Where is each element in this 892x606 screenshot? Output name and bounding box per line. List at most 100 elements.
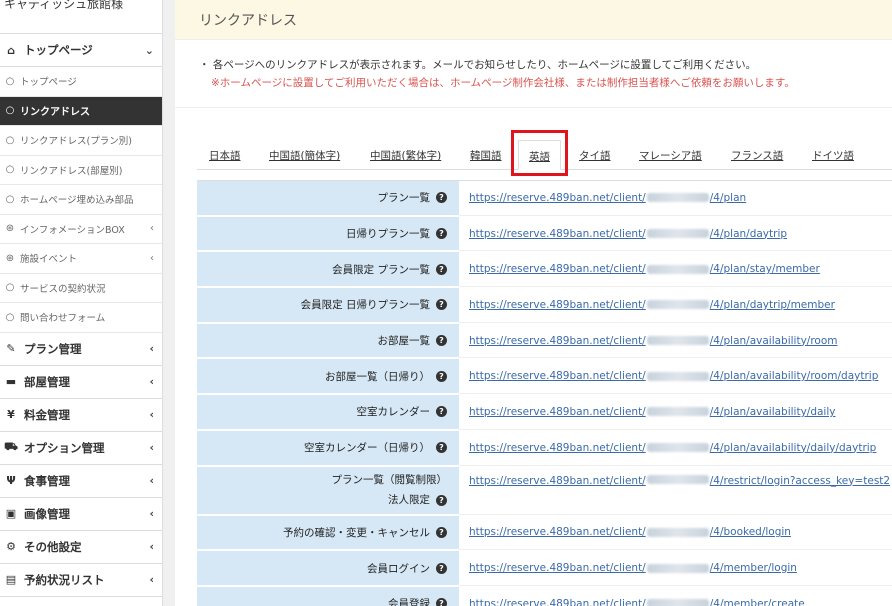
table-row: 会員限定 日帰りプラン一覧? https://reserve.489ban.net…: [197, 288, 892, 324]
link-url[interactable]: https://reserve.489ban.net/client/ /4/pla…: [459, 288, 892, 323]
link-url[interactable]: https://reserve.489ban.net/client/ /4/pla…: [459, 217, 892, 252]
sidebar-section[interactable]: ✎ プラン管理 ‹: [0, 333, 162, 366]
help-icon[interactable]: ?: [436, 370, 447, 382]
sidebar-section-label: 食事管理: [24, 473, 70, 488]
row-label: 会員登録?: [197, 586, 459, 606]
link-url[interactable]: https://reserve.489ban.net/client/ /4/pla…: [459, 395, 892, 430]
sidebar-subitem[interactable]: ○ ホームページ埋め込み部品: [0, 185, 162, 215]
link-url[interactable]: https://reserve.489ban.net/client/ /4/pla…: [459, 431, 892, 466]
circle-icon: ○: [5, 311, 15, 323]
sidebar-section[interactable]: ▣ 画像管理 ‹: [0, 498, 162, 531]
help-icon[interactable]: ?: [436, 598, 447, 606]
table-row: 会員登録? https://reserve.489ban.net/client/ /…: [197, 586, 892, 606]
sidebar-subitem-label: サービスの契約状況: [20, 283, 106, 295]
sidebar-section[interactable]: ⚙ その他設定 ‹: [0, 531, 162, 564]
redacted-client-id: [646, 229, 709, 239]
url-prefix: https://reserve.489ban.net/client/: [469, 597, 646, 606]
sidebar-section[interactable]: ▤ 予約状況リスト ‹: [0, 564, 162, 597]
url-suffix: /4/plan/stay/member: [709, 263, 820, 276]
chevron-left-icon: ‹: [149, 540, 154, 553]
link-url[interactable]: https://reserve.489ban.net/client/ /4/boo…: [459, 516, 892, 551]
sidebar-section[interactable]: Ψ 食事管理 ‹: [0, 465, 162, 498]
sidebar: キャディッシュ旅館様 ⌂ トップページ ⌄ ○ トップページ ○ リンクアドレス ○ リン…: [0, 0, 163, 606]
url-prefix: https://reserve.489ban.net/client/: [469, 562, 646, 575]
redacted-client-id: [646, 407, 709, 417]
tab-1[interactable]: 中国語(簡体字): [269, 148, 340, 163]
chevron-left-icon: ‹: [149, 441, 154, 454]
link-url[interactable]: https://reserve.489ban.net/client/ /4/mem…: [459, 551, 892, 586]
url-prefix: https://reserve.489ban.net/client/: [469, 334, 646, 347]
tab-3[interactable]: 韓国語: [470, 148, 502, 163]
url-suffix: /4/restrict/login?access_key=test2: [709, 474, 891, 487]
link-url[interactable]: https://reserve.489ban.net/client/ /4/pla…: [459, 252, 892, 288]
help-icon[interactable]: ?: [436, 228, 447, 240]
sidebar-section[interactable]: ¥ 料金管理 ‹: [0, 399, 162, 432]
highlight-box: [511, 130, 568, 176]
sidebar-section[interactable]: ⛟ オプション管理 ‹: [0, 432, 162, 465]
chevron-left-icon: ‹: [149, 507, 154, 520]
help-icon[interactable]: ?: [436, 335, 447, 347]
edit-icon: ✎: [6, 342, 16, 355]
redacted-client-id: [646, 443, 709, 453]
sidebar-subitem[interactable]: ○ リンクアドレス(プラン別): [0, 126, 162, 156]
link-url[interactable]: https://reserve.489ban.net/client/ /4/pla…: [459, 359, 892, 395]
url-prefix: https://reserve.489ban.net/client/: [469, 263, 646, 276]
row-label-text: 日帰りプラン一覧: [346, 228, 430, 241]
sidebar-subitem[interactable]: ○ サービスの契約状況: [0, 274, 162, 303]
tab-8[interactable]: ドイツ語: [812, 148, 854, 163]
tab-7[interactable]: フランス語: [731, 148, 783, 163]
url-prefix: https://reserve.489ban.net/client/: [469, 405, 646, 418]
link-url[interactable]: https://reserve.489ban.net/client/ /4/res…: [459, 467, 892, 515]
sidebar-item-top[interactable]: ⌂ トップページ ⌄: [0, 34, 162, 67]
sidebar-section[interactable]: ▥レポート‹: [0, 597, 162, 606]
url-suffix: /4/member/login: [709, 562, 797, 575]
row-label-text: 会員登録: [388, 598, 430, 606]
link-url[interactable]: https://reserve.489ban.net/client/ /4/pla…: [459, 181, 892, 216]
circle-icon: ○: [5, 193, 15, 205]
row-label: お部屋一覧?: [197, 323, 459, 359]
image-icon: ▣: [5, 507, 17, 520]
sidebar-subitem[interactable]: ○ リンクアドレス(部屋別): [0, 156, 162, 185]
chevron-left-icon: ‹: [149, 573, 154, 586]
chevron-left-icon: ‹: [149, 474, 154, 487]
sidebar-subitem-label: 施設イベント: [20, 254, 78, 266]
row-label: 会員限定 プラン一覧?: [197, 252, 459, 288]
sidebar-subitem[interactable]: ⊛ インフォメーションBOX ‹: [0, 215, 162, 244]
redacted-client-id: [646, 371, 709, 381]
url-suffix: /4/plan/daytrip/member: [709, 298, 835, 311]
gear-icon: ⚙: [6, 540, 16, 553]
help-icon[interactable]: ?: [436, 299, 447, 311]
sidebar-subitem-label: 問い合わせフォーム: [20, 313, 106, 325]
tab-2[interactable]: 中国語(繁体字): [370, 148, 441, 163]
sidebar-section-label: プラン管理: [24, 341, 82, 356]
help-icon[interactable]: ?: [436, 192, 447, 204]
help-icon[interactable]: ?: [436, 495, 447, 506]
help-icon[interactable]: ?: [436, 562, 447, 574]
sidebar-section-label: オプション管理: [24, 440, 105, 455]
sidebar-subitem[interactable]: ○ リンクアドレス: [0, 96, 162, 126]
url-prefix: https://reserve.489ban.net/client/: [469, 298, 646, 311]
help-icon[interactable]: ?: [436, 526, 447, 538]
row-label-text: プラン一覧（閲覧制限）: [331, 474, 448, 486]
row-label-text: プラン一覧: [377, 192, 431, 205]
sidebar-section[interactable]: ▬ 部屋管理 ‹: [0, 366, 162, 399]
help-icon[interactable]: ?: [436, 442, 447, 454]
sidebar-subitem-label: ホームページ埋め込み部品: [20, 195, 134, 207]
sidebar-section-label: 料金管理: [24, 407, 70, 422]
link-url[interactable]: https://reserve.489ban.net/client/ /4/pla…: [459, 324, 892, 359]
row-label: プラン一覧?: [197, 181, 459, 216]
link-url[interactable]: https://reserve.489ban.net/client/ /4/mem…: [459, 587, 892, 606]
tab-6[interactable]: マレーシア語: [639, 148, 702, 163]
tab-0[interactable]: 日本語: [209, 148, 241, 163]
table-row: 空室カレンダー（日帰り）? https://reserve.489ban.net/…: [197, 430, 892, 467]
help-icon[interactable]: ?: [436, 263, 447, 275]
tab-5[interactable]: タイ語: [579, 148, 611, 163]
row-label-line2: 法人限定?: [388, 490, 447, 510]
sidebar-section-label: 予約状況リスト: [24, 572, 105, 587]
help-icon[interactable]: ?: [436, 406, 447, 418]
sidebar-subitem[interactable]: ○ トップページ: [0, 67, 162, 97]
sidebar-subitem[interactable]: ○ 問い合わせフォーム: [0, 303, 162, 333]
url-suffix: /4/plan/availability/daily: [709, 405, 836, 418]
chevron-down-icon: ⌄: [144, 43, 154, 57]
sidebar-subitem[interactable]: ⊛ 施設イベント ‹: [0, 244, 162, 274]
